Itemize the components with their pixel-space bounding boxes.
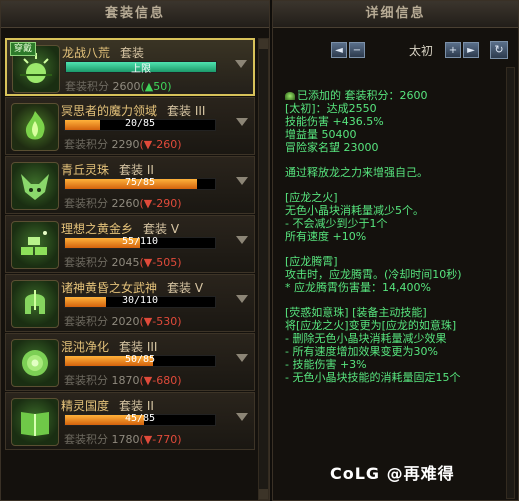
left-scrollbar[interactable] [258,38,269,500]
stat-line: 冒险家名望 23000 [285,141,379,154]
rose-icon [11,339,59,387]
section-line: 攻击时，应龙腾霄。(冷却时间10秒) [285,268,462,281]
right-scrollbar[interactable] [506,67,515,499]
set-progress-bar: 45/85 [64,413,216,426]
set-item[interactable]: 冥思者的魔力领域 套装 III 20/85 套装积分 2290(▼-260) [5,97,255,155]
fox-icon [11,162,59,210]
set-item[interactable]: 理想之黄金乡 套装 V 55/110 套装积分 2045(▼-505) [5,215,255,273]
section-line: - 删除无色小晶块消耗量减少效果 [285,332,447,345]
section-line: - 所有速度增加效果变更为30% [285,345,438,358]
section-title: [应龙之火] [285,191,338,204]
watermark: CoLG @再难得 [330,464,455,483]
set-progress-bar: 30/110 [64,295,216,308]
chevron-down-icon[interactable] [236,177,248,185]
chevron-down-icon[interactable] [236,354,248,362]
set-info-panel: 套装信息 穿戴 龙战八荒 套装 上限 套装积分 2600(▲50) 冥思者的魔力领… [0,0,270,501]
scroll-down-arrow[interactable] [259,489,268,499]
set-progress-bar: 55/110 [64,236,216,249]
set-score: 套装积分 2020(▼-530) [64,315,182,328]
plus-button[interactable]: + [445,42,461,58]
prev-button[interactable]: ◄ [331,42,347,58]
set-score: 套装积分 2260(▼-290) [64,197,182,210]
set-progress-bar: 50/85 [64,354,216,367]
chevron-down-icon[interactable] [236,236,248,244]
added-score-line: 已添加的 套装积分：2600 [285,89,510,102]
book-icon [11,398,59,446]
set-info-title: 套装信息 [1,1,269,28]
set-item[interactable]: 精灵国度 套装 II 45/85 套装积分 1780(▼-770) [5,392,255,450]
detail-text: 已添加的 套装积分：2600 [太初]：达成2550 技能伤害 +436.5% … [285,89,510,384]
set-item[interactable]: 青丘灵珠 套装 II 75/85 套装积分 2260(▼-290) [5,156,255,214]
section-line: 无色小晶块消耗量减少5个。 [285,204,424,217]
section-title: [荧惑如意珠] [装备主动技能] [285,306,427,319]
set-name: 理想之黄金乡 套装 V [61,222,180,236]
chevron-down-icon[interactable] [236,295,248,303]
chevron-down-icon[interactable] [235,60,247,68]
set-name: 青丘灵珠 套装 II [61,163,154,177]
set-name: 龙战八荒 套装 [62,46,145,60]
equipped-badge: 穿戴 [10,42,37,56]
set-score: 套装积分 1780(▼-770) [64,433,182,446]
set-progress-bar: 20/85 [64,118,216,131]
set-name: 混沌净化 套装 III [61,340,158,354]
set-progress-bar: 上限 [65,61,217,75]
tier-nav: ◄ − 太初 + ► [331,41,481,61]
set-item[interactable]: 诸神黄昏之女武神 套装 V 30/110 套装积分 2020(▼-530) [5,274,255,332]
set-progress-bar: 75/85 [64,177,216,190]
minus-button[interactable]: − [349,42,365,58]
next-button[interactable]: ► [463,42,479,58]
scroll-up-arrow[interactable] [259,39,268,49]
section-line: 所有速度 +10% [285,230,367,243]
intro-text: 通过释放龙之力来增强自己。 [285,166,428,179]
section-line: - 无色小晶块技能的消耗量固定15个 [285,371,461,384]
set-score: 套装积分 2045(▼-505) [64,256,182,269]
set-score: 套装积分 1870(▼-680) [64,374,182,387]
stat-line: [太初]：达成2550 [285,102,377,115]
section-line: * 应龙腾霄伤害量：14,400% [285,281,431,294]
flame-icon [11,103,59,151]
set-list: 穿戴 龙战八荒 套装 上限 套装积分 2600(▲50) 冥思者的魔力领域 套装 I… [5,38,255,451]
section-line: - 不会减少到少于1个 [285,217,388,230]
set-score: 套装积分 2600(▲50) [65,80,172,93]
set-name: 诸神黄昏之女武神 套装 V [61,281,204,295]
set-name: 冥思者的魔力领域 套装 III [61,104,206,118]
refresh-icon[interactable]: ↻ [490,41,508,59]
set-name: 精灵国度 套装 II [61,399,154,413]
score-icon [285,91,295,100]
gold-bars-icon [11,221,59,269]
section-line: 将[应龙之火]变更为[应龙的如意珠] [285,319,457,332]
set-item[interactable]: 混沌净化 套装 III 50/85 套装积分 1870(▼-680) [5,333,255,391]
stat-line: 技能伤害 +436.5% [285,115,384,128]
stat-line: 增益量 50400 [285,128,357,141]
detail-title: 详细信息 [273,1,518,28]
detail-panel: 详细信息 ◄ − 太初 + ► ↻ 已添加的 套装积分：2600 [太初]：达成… [272,0,519,501]
set-score: 套装积分 2290(▼-260) [64,138,182,151]
chevron-down-icon[interactable] [236,118,248,126]
section-line: - 技能伤害 +3% [285,358,367,371]
chevron-down-icon[interactable] [236,413,248,421]
set-item[interactable]: 穿戴 龙战八荒 套装 上限 套装积分 2600(▲50) [5,38,255,96]
section-title: [应龙腾霄] [285,255,338,268]
helmet-icon [11,280,59,328]
